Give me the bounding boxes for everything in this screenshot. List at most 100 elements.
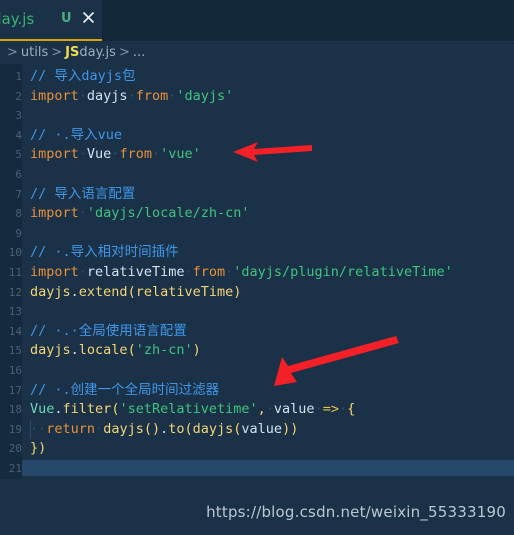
code-token: ( <box>127 283 136 300</box>
code-line[interactable] <box>22 361 514 381</box>
code-area[interactable]: // 导入dayjs包 import·dayjs·from·'dayjs'// ·… <box>22 64 514 479</box>
watermark-area: https://blog.csdn.net/weixin_55333190 <box>0 479 514 535</box>
code-token: filter <box>62 401 112 418</box>
line-number: 17 <box>8 383 22 397</box>
code-token: · <box>184 264 193 280</box>
code-line[interactable]: // 导入语言配置 <box>22 185 514 205</box>
code-line[interactable]: ··return·dayjs().to(dayjs(value)) <box>22 420 514 440</box>
code-token: 'dayjs/plugin/relativeTime' <box>233 264 453 280</box>
code-token: locale <box>78 342 128 359</box>
tab-label: day.js <box>0 10 35 28</box>
code-token: import <box>30 205 79 222</box>
code-line[interactable]: import·relativeTime·from·'dayjs/plugin/r… <box>22 263 514 283</box>
code-token: // ·.创建一个全局时间过滤器 <box>30 381 220 398</box>
breadcrumb-item-file[interactable]: day.js <box>79 45 116 60</box>
line-number: 12 <box>8 285 22 299</box>
code-token: · <box>151 146 161 163</box>
code-token: ·· <box>30 420 47 437</box>
line-number: 3 <box>15 109 22 123</box>
code-token: // 导入dayjs包 <box>30 68 136 84</box>
code-token: import <box>30 264 79 280</box>
code-line[interactable] <box>22 106 514 126</box>
line-number: 2 <box>15 89 22 103</box>
breadcrumb-item-more[interactable]: ... <box>133 45 145 60</box>
code-token: dayjs <box>30 342 71 359</box>
line-number: 15 <box>8 344 22 358</box>
tab-unsaved-badge: U <box>61 11 72 26</box>
code-line[interactable]: dayjs.locale('zh-cn') <box>22 341 514 361</box>
code-token: , <box>257 401 266 418</box>
close-icon[interactable] <box>80 9 97 26</box>
code-token: () <box>143 420 161 437</box>
line-number: 19 <box>8 422 22 436</box>
code-token: }) <box>30 440 47 457</box>
code-token: relativeTime <box>86 264 185 280</box>
code-token: ) <box>192 342 201 359</box>
code-token: . <box>70 283 79 300</box>
current-line-highlight <box>22 460 514 476</box>
code-token: ( <box>127 342 136 359</box>
code-token: . <box>54 401 63 418</box>
line-number: 1 <box>15 70 22 83</box>
code-token: · <box>265 401 274 418</box>
code-token: · <box>78 146 87 163</box>
code-token: Vue <box>86 146 112 163</box>
code-line[interactable]: // ·.导入相对时间插件 <box>22 243 514 263</box>
code-line[interactable]: // ·.创建一个全局时间过滤器 <box>22 381 514 401</box>
code-token: · <box>78 87 87 104</box>
code-line[interactable]: Vue.filter('setRelativetime',·value·=>·{ <box>22 400 514 420</box>
code-line[interactable]: }) <box>22 439 514 459</box>
line-number: 9 <box>15 226 22 240</box>
line-number: 5 <box>15 148 22 162</box>
chevron-right-icon: > <box>118 45 130 60</box>
editor-window: day.js U >utils>JSday.js>... 12345678910… <box>0 0 514 535</box>
line-number: 6 <box>15 168 22 181</box>
code-token: · <box>314 401 323 418</box>
watermark-text: https://blog.csdn.net/weixin_55333190 <box>206 503 506 521</box>
tab-day-js[interactable]: day.js U <box>0 0 102 41</box>
line-number: 20 <box>8 442 22 456</box>
code-token: value <box>241 420 283 437</box>
line-number: 18 <box>8 403 22 417</box>
code-line[interactable]: // ·.·全局使用语言配置 <box>22 322 514 342</box>
js-file-icon: JS <box>65 45 80 60</box>
code-line[interactable]: import·'dayjs/locale/zh-cn' <box>22 204 514 224</box>
code-line[interactable]: dayjs.extend(relativeTime) <box>22 283 514 303</box>
code-line[interactable] <box>22 165 514 185</box>
chevron-right-icon: > <box>51 45 63 60</box>
code-line[interactable]: // ·.导入vue <box>22 126 514 146</box>
code-token: · <box>78 264 87 280</box>
code-token: . <box>70 342 79 359</box>
breadcrumb-item-utils[interactable]: utils <box>21 45 48 60</box>
code-token: ( <box>184 420 193 437</box>
code-line[interactable] <box>22 302 514 322</box>
code-token: )) <box>282 420 299 437</box>
line-number: 14 <box>8 324 22 338</box>
code-token: · <box>338 401 348 418</box>
tab-bar: day.js U <box>0 0 514 41</box>
code-token: value <box>273 401 315 418</box>
code-line[interactable]: // 导入dayjs包 <box>22 67 514 87</box>
code-token: from <box>119 146 152 163</box>
code-token: dayjs <box>30 283 71 300</box>
code-token: // ·.导入vue <box>30 126 123 143</box>
line-number: 21 <box>8 462 22 475</box>
code-token: // 导入语言配置 <box>30 185 136 202</box>
line-number: 11 <box>8 266 22 279</box>
code-token: dayjs <box>103 420 144 437</box>
code-line[interactable]: import·dayjs·from·'dayjs' <box>22 87 514 107</box>
code-token: dayjs <box>192 420 234 437</box>
line-number: 13 <box>8 305 22 319</box>
code-token: from <box>135 87 169 104</box>
code-token: 'zh-cn' <box>135 342 193 359</box>
code-editor[interactable]: 1 2 3 4 5 6 7 8 9 10 11 12 13 14 15 16 17 18 19 20 21 // 导入d… <box>0 64 514 479</box>
code-line[interactable] <box>22 224 514 244</box>
code-line[interactable]: import·Vue·from·'vue' <box>22 145 514 165</box>
line-number: 10 <box>8 246 22 260</box>
code-token: ) <box>233 283 242 300</box>
chevron-right-icon: > <box>7 45 18 60</box>
code-token: . <box>160 420 169 437</box>
code-token: // ·.·全局使用语言配置 <box>30 322 187 339</box>
code-token: 'setRelativetime' <box>119 401 258 418</box>
code-token: extend <box>78 283 128 300</box>
